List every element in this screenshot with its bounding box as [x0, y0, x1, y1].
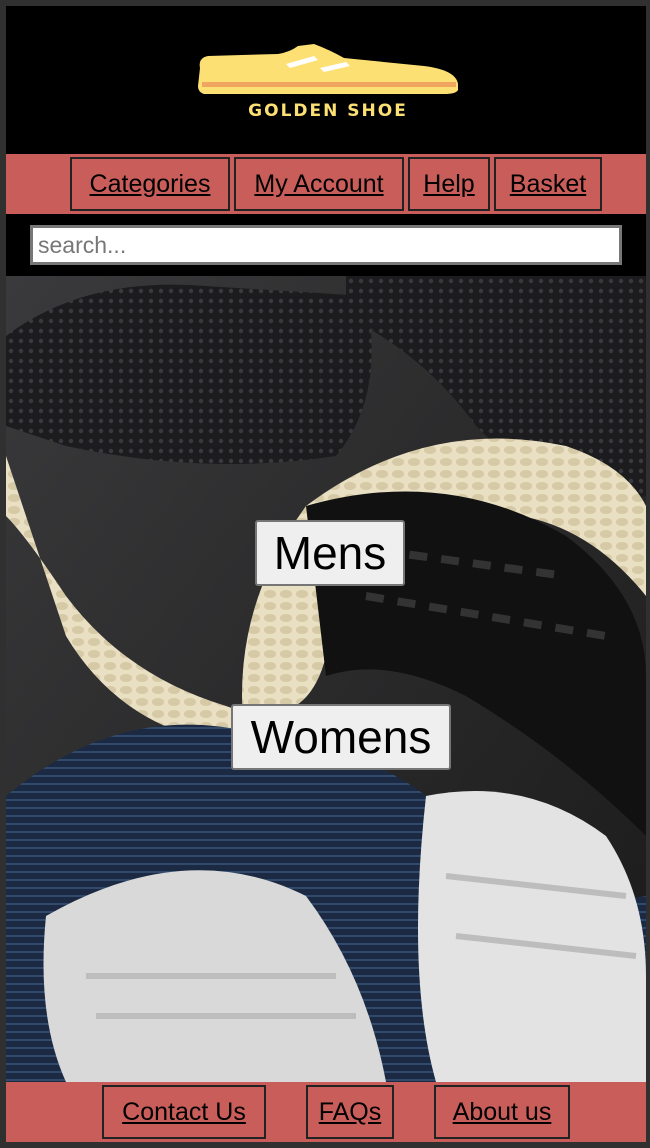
site-header: GOLDEN SHOE — [6, 6, 646, 154]
shoe-logo-icon[interactable]: GOLDEN SHOE — [194, 44, 462, 124]
page-frame: GOLDEN SHOE Categories My Account Help B… — [6, 6, 646, 1142]
mens-button[interactable]: Mens — [255, 520, 405, 586]
site-footer: Contact Us FAQs About us — [6, 1082, 646, 1142]
footer-link-faqs[interactable]: FAQs — [306, 1085, 394, 1139]
nav-item-help[interactable]: Help — [408, 157, 490, 211]
main-nav: Categories My Account Help Basket — [6, 154, 646, 214]
brand-name: GOLDEN SHOE — [248, 101, 408, 121]
nav-item-my-account[interactable]: My Account — [234, 157, 404, 211]
nav-item-basket[interactable]: Basket — [494, 157, 602, 211]
footer-link-contact-us[interactable]: Contact Us — [102, 1085, 266, 1139]
nav-item-categories[interactable]: Categories — [70, 157, 230, 211]
hero-image: Mens Womens — [6, 276, 646, 1082]
sneakers-photo — [6, 276, 646, 1082]
footer-link-about-us[interactable]: About us — [434, 1085, 570, 1139]
search-input[interactable] — [30, 225, 622, 265]
womens-button[interactable]: Womens — [231, 704, 451, 770]
search-bar — [6, 214, 646, 276]
